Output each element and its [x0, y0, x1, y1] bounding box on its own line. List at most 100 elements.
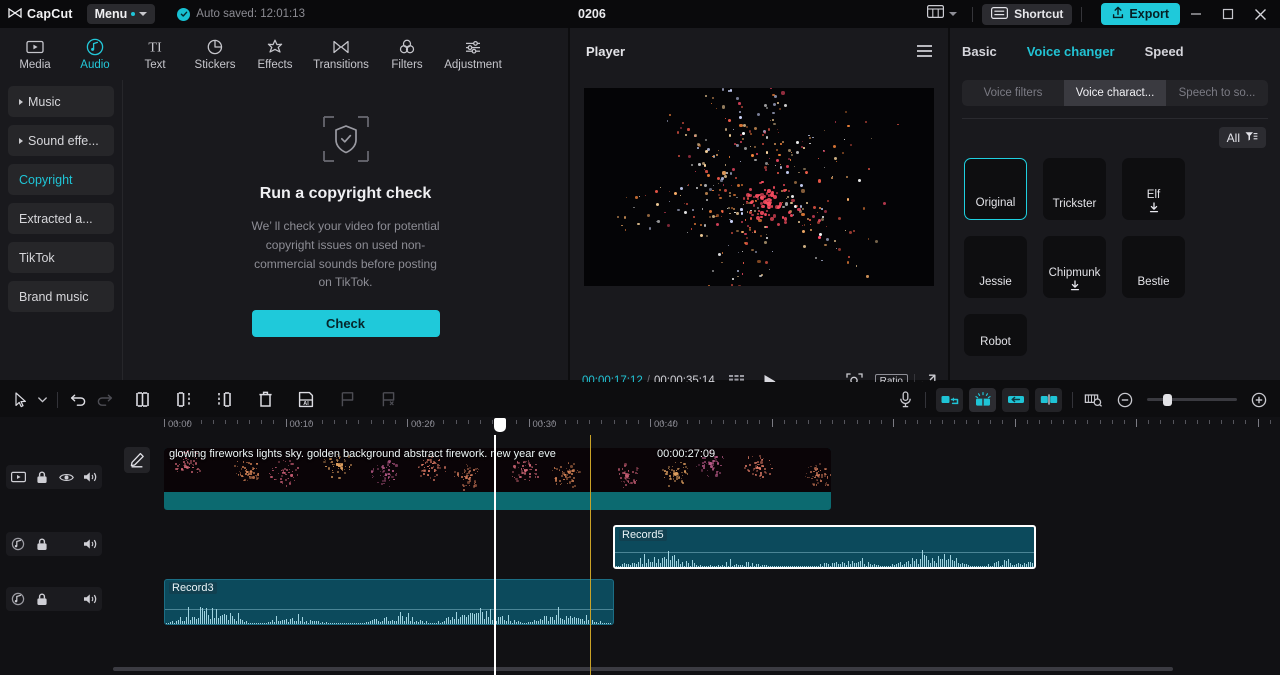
tab-voice-changer[interactable]: Voice changer [1027, 44, 1115, 59]
tab-media[interactable]: Media [6, 34, 64, 71]
all-filter-button[interactable]: All [1218, 127, 1266, 148]
filter-row: All [950, 119, 1280, 148]
waveform-bar [488, 616, 489, 624]
preview-thumbnail-icon[interactable] [1080, 387, 1106, 413]
ruler-label: 00:20 [411, 419, 435, 430]
segment-voice-characters[interactable]: Voice charact... [1064, 80, 1166, 106]
copyright-title: Run a copyright check [259, 185, 432, 203]
sidebar-item-tiktok[interactable]: TikTok [8, 242, 114, 273]
lock-icon[interactable] [33, 468, 51, 486]
maximize-icon[interactable] [1212, 0, 1244, 28]
lock-icon[interactable] [33, 535, 51, 553]
reverse-clip-icon[interactable] [1002, 387, 1029, 412]
waveform-bar [962, 563, 963, 567]
menu-button[interactable]: Menu [86, 4, 156, 24]
undo-icon[interactable] [65, 387, 91, 413]
layout-button[interactable] [921, 5, 963, 23]
sidebar-item-sound-effects[interactable]: Sound effe... [8, 125, 114, 156]
minimize-icon[interactable] [1180, 0, 1212, 28]
segment-speech-to-song[interactable]: Speech to so... [1166, 80, 1268, 106]
export-button[interactable]: Export [1101, 3, 1180, 25]
close-icon[interactable] [1244, 0, 1276, 28]
voice-card-elf[interactable]: Elf [1122, 158, 1185, 220]
redo-icon[interactable] [91, 387, 117, 413]
tab-adjustment[interactable]: Adjustment [438, 34, 508, 71]
video-preview[interactable] [584, 88, 934, 286]
segment-voice-filters[interactable]: Voice filters [962, 80, 1064, 106]
marker-remove-icon[interactable] [375, 387, 401, 413]
chevron-down-icon[interactable] [34, 387, 50, 413]
zoom-slider[interactable] [1147, 393, 1237, 406]
tab-speed[interactable]: Speed [1145, 44, 1184, 59]
waveform-bar [592, 619, 593, 624]
speaker-icon[interactable] [81, 468, 99, 486]
audio-track-icon[interactable] [9, 535, 27, 553]
sidebar-item-copyright[interactable]: Copyright [8, 164, 114, 195]
audio-track-icon[interactable] [9, 590, 27, 608]
tab-basic[interactable]: Basic [962, 44, 997, 59]
timeline-clip-video[interactable]: glowing fireworks lights sky. golden bac… [164, 448, 831, 510]
video-track-icon[interactable] [9, 468, 27, 486]
eye-icon[interactable] [57, 468, 75, 486]
sidebar-item-extracted-audio[interactable]: Extracted a... [8, 203, 114, 234]
waveform-bar [968, 565, 969, 567]
timeline-playhead[interactable] [494, 435, 496, 675]
waveform-bar [956, 558, 957, 567]
sidebar-item-brand-music[interactable]: Brand music [8, 281, 114, 312]
copyright-check-button[interactable]: Check [251, 309, 440, 337]
sidebar-item-music[interactable]: Music [8, 86, 114, 117]
trim-right-icon[interactable] [211, 387, 237, 413]
ruler-tick [1196, 420, 1198, 424]
cursor-select-icon[interactable] [8, 387, 34, 413]
download-icon[interactable] [1148, 201, 1160, 219]
waveform-bar [1016, 563, 1017, 567]
shortcut-button[interactable]: Shortcut [982, 3, 1073, 25]
voice-card-original[interactable]: Original [964, 158, 1027, 220]
tab-stickers[interactable]: Stickers [186, 34, 244, 71]
timeline-ruler[interactable]: 00:00 00:10 00:20 00:30 00:40 [113, 417, 1280, 435]
waveform-bar [890, 565, 891, 567]
speaker-icon[interactable] [81, 535, 99, 553]
timeline-clip-record5[interactable]: Record5 [613, 525, 1036, 569]
voice-card-bestie[interactable]: Bestie [1122, 236, 1185, 298]
waveform-bar [576, 618, 577, 624]
ruler-tick [990, 420, 992, 424]
speaker-icon[interactable] [81, 590, 99, 608]
tab-text[interactable]: TI Text [126, 34, 184, 71]
split-clip-icon[interactable] [1035, 387, 1062, 412]
tab-effects[interactable]: Effects [246, 34, 304, 71]
split-icon[interactable] [129, 387, 155, 413]
tab-transitions[interactable]: Transitions [306, 34, 376, 71]
timeline-horizontal-scrollbar[interactable] [113, 667, 1173, 671]
zoom-slider-handle[interactable] [1163, 393, 1172, 406]
zoom-out-icon[interactable] [1112, 387, 1138, 413]
timeline-clip-record3[interactable]: Record3 [164, 579, 614, 625]
ai-frame-icon[interactable]: AI [293, 387, 319, 413]
marker-flag-icon[interactable] [334, 387, 360, 413]
ruler-tick [1245, 420, 1247, 424]
waveform-bar [938, 555, 939, 567]
tab-audio[interactable]: Audio [66, 34, 124, 71]
mirror-clip-icon[interactable] [936, 387, 963, 412]
trim-left-icon[interactable] [170, 387, 196, 413]
waveform-bar [898, 563, 899, 567]
download-icon[interactable] [1069, 279, 1081, 297]
hamburger-icon[interactable] [917, 45, 932, 57]
delete-icon[interactable] [252, 387, 278, 413]
waveform-bar [626, 564, 627, 567]
ruler-tick [820, 420, 822, 424]
waveform-bar [790, 566, 791, 567]
tab-filters[interactable]: Filters [378, 34, 436, 71]
freeze-frame-icon[interactable] [969, 387, 996, 412]
voice-card-robot[interactable]: Robot [964, 314, 1027, 356]
lock-icon[interactable] [33, 590, 51, 608]
voice-card-chipmunk[interactable]: Chipmunk [1043, 236, 1106, 298]
waveform-bar [370, 620, 371, 624]
waveform-center-line [165, 609, 613, 610]
voice-card-jessie[interactable]: Jessie [964, 236, 1027, 298]
timeline-playhead-handle[interactable] [494, 418, 506, 432]
waveform-bar [1032, 563, 1033, 567]
microphone-icon[interactable] [892, 387, 918, 413]
zoom-in-icon[interactable] [1246, 387, 1272, 413]
voice-card-trickster[interactable]: Trickster [1043, 158, 1106, 220]
